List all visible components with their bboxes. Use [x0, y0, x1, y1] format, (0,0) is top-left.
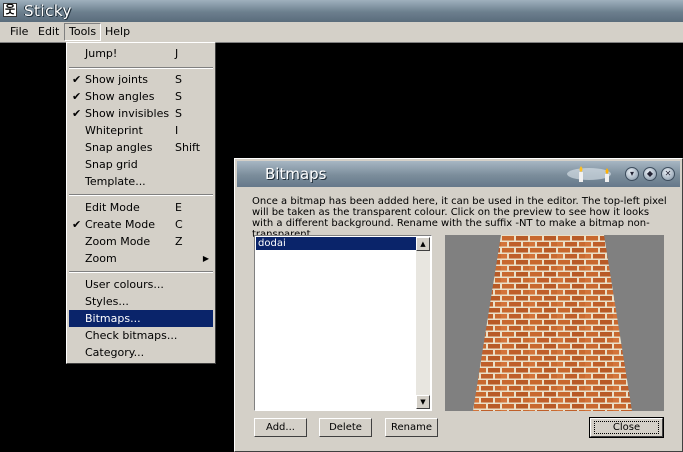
- menu-edit[interactable]: Edit: [34, 24, 63, 40]
- bitmap-preview[interactable]: [445, 235, 664, 411]
- menu-item-zoom-mode[interactable]: Zoom Mode Z: [69, 233, 213, 250]
- dialog-title: Bitmaps: [265, 165, 327, 183]
- focus-rectangle: [594, 421, 659, 434]
- submenu-arrow-icon: ▶: [202, 254, 209, 263]
- menu-item-styles[interactable]: Styles...: [69, 293, 213, 310]
- menu-item-template[interactable]: Template...: [69, 173, 213, 190]
- menu-item-category[interactable]: Category...: [69, 344, 213, 361]
- menu-bar: File Edit Tools Help: [0, 22, 683, 43]
- menu-item-check-bitmaps[interactable]: Check bitmaps...: [69, 327, 213, 344]
- menu-help[interactable]: Help: [101, 24, 134, 40]
- dialog-title-bar[interactable]: Bitmaps ▾ ◆ ✕: [237, 161, 680, 187]
- menu-file[interactable]: File: [6, 24, 32, 40]
- bitmaps-dialog: Bitmaps ▾ ◆ ✕ Once a bitmap has been add…: [234, 158, 683, 452]
- menu-item-user-colours[interactable]: User colours...: [69, 276, 213, 293]
- candle-decoration-icon: [567, 166, 611, 182]
- menu-item-show-angles[interactable]: ✔ Show angles S: [69, 88, 213, 105]
- stick-figure-icon[interactable]: 웃: [3, 3, 17, 17]
- scroll-down-icon[interactable]: ▼: [416, 395, 430, 409]
- menu-separator: [69, 194, 213, 196]
- close-button[interactable]: Close: [589, 417, 664, 438]
- menu-item-show-invisibles[interactable]: ✔ Show invisibles S: [69, 105, 213, 122]
- list-scrollbar[interactable]: ▲ ▼: [416, 237, 430, 409]
- minimize-icon[interactable]: ▾: [625, 167, 639, 181]
- menu-tools[interactable]: Tools: [64, 23, 102, 41]
- checkmark-icon: ✔: [72, 73, 82, 86]
- tools-menu: Jump! J ✔ Show joints S ✔ Show angles S ✔ Show…: [66, 42, 216, 364]
- menu-item-create-mode[interactable]: ✔ Create Mode C: [69, 216, 213, 233]
- scroll-up-icon[interactable]: ▲: [416, 237, 430, 251]
- menu-item-bitmaps[interactable]: Bitmaps...: [69, 310, 213, 327]
- list-item[interactable]: dodai: [256, 237, 416, 250]
- menu-item-whiteprint[interactable]: Whiteprint I: [69, 122, 213, 139]
- checkmark-icon: ✔: [72, 107, 82, 120]
- menu-item-edit-mode[interactable]: Edit Mode E: [69, 199, 213, 216]
- menu-item-show-joints[interactable]: ✔ Show joints S: [69, 71, 213, 88]
- close-icon[interactable]: ✕: [661, 167, 675, 181]
- menu-separator: [69, 271, 213, 273]
- title-bar[interactable]: 웃 Sticky: [0, 0, 683, 22]
- add-button[interactable]: Add...: [254, 418, 307, 437]
- menu-separator: [69, 67, 213, 69]
- checkmark-icon: ✔: [72, 90, 82, 103]
- menu-item-jump[interactable]: Jump! J: [69, 45, 213, 62]
- rename-button[interactable]: Rename: [385, 418, 438, 437]
- brick-wall-image: [473, 235, 632, 411]
- app-title: Sticky: [24, 2, 72, 20]
- bitmap-list[interactable]: dodai ▲ ▼: [254, 235, 432, 411]
- delete-button[interactable]: Delete: [319, 418, 372, 437]
- checkmark-icon: ✔: [72, 218, 82, 231]
- menu-item-snap-angles[interactable]: Snap angles Shift: [69, 139, 213, 156]
- menu-item-snap-grid[interactable]: Snap grid: [69, 156, 213, 173]
- maximize-icon[interactable]: ◆: [643, 167, 657, 181]
- menu-item-zoom[interactable]: Zoom ▶: [69, 250, 213, 267]
- dialog-description: Once a bitmap has been added here, it ca…: [252, 196, 667, 240]
